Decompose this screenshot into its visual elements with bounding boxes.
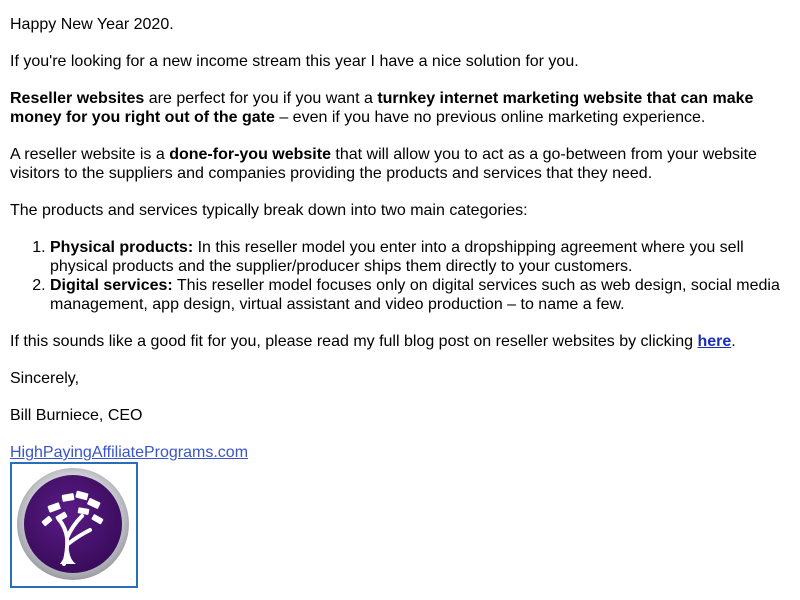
cta-paragraph: If this sounds like a good fit for you, … xyxy=(10,332,790,351)
closing: Sincerely, xyxy=(10,370,80,387)
text-fragment: are perfect for you if you want a xyxy=(144,90,378,107)
reseller-paragraph: Reseller websites are perfect for you if… xyxy=(10,89,790,127)
intro-paragraph: If you're looking for a new income strea… xyxy=(10,53,579,70)
definition-paragraph: A reseller website is a done-for-you web… xyxy=(10,145,790,183)
list-item: Physical products: In this reseller mode… xyxy=(50,238,790,276)
money-tree-icon xyxy=(17,468,129,580)
category-title: Digital services: xyxy=(50,277,173,294)
category-title: Physical products: xyxy=(50,239,194,256)
email-body: Happy New Year 2020. If you're looking f… xyxy=(10,15,790,588)
categories-intro: The products and services typically brea… xyxy=(10,202,528,219)
greeting: Happy New Year 2020. xyxy=(10,16,174,33)
logo-link[interactable] xyxy=(10,462,138,588)
text-fragment: A reseller website is a xyxy=(10,146,170,163)
list-item: Digital services: This reseller model fo… xyxy=(50,276,790,314)
here-link[interactable]: here xyxy=(697,333,731,350)
signature: Bill Burniece, CEO xyxy=(10,407,143,424)
site-link[interactable]: HighPayingAffiliatePrograms.com xyxy=(10,444,248,461)
site-link-line: HighPayingAffiliatePrograms.com xyxy=(10,443,790,462)
text-fragment: If this sounds like a good fit for you, … xyxy=(10,333,698,350)
text-fragment: . xyxy=(731,333,736,350)
categories-list: Physical products: In this reseller mode… xyxy=(10,238,790,314)
text-fragment: – even if you have no previous online ma… xyxy=(274,109,706,126)
bold-done-for-you: done-for-you website xyxy=(169,146,331,163)
bold-reseller-websites: Reseller websites xyxy=(10,90,145,107)
